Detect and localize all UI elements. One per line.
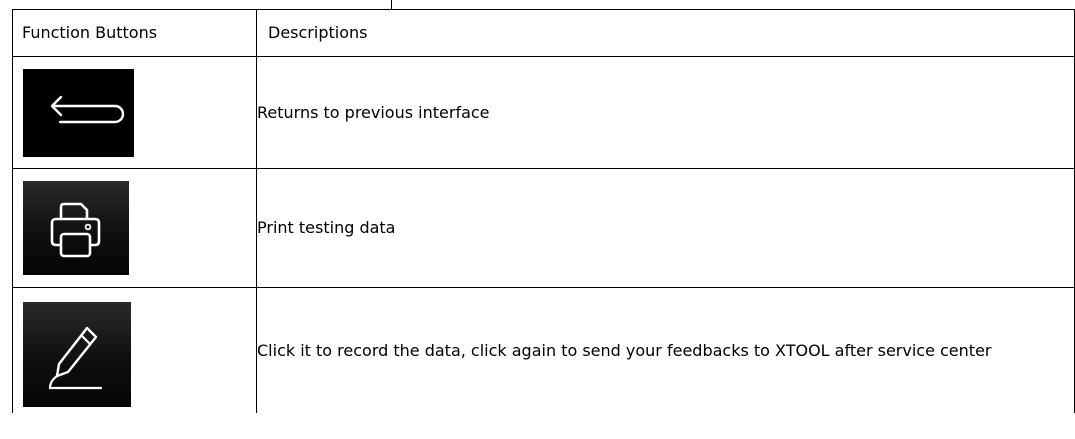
description-record-feedback: Click it to record the data, click again…	[257, 340, 992, 360]
table-header-row: Function Buttons Descriptions	[12, 9, 1075, 57]
table-row: Click it to record the data, click again…	[12, 287, 1075, 413]
header-descriptions: Descriptions	[256, 9, 1075, 57]
description-cell: Click it to record the data, click again…	[256, 287, 1075, 413]
description-cell: Returns to previous interface	[256, 56, 1075, 169]
icon-cell	[12, 56, 257, 169]
table-row: Returns to previous interface	[12, 56, 1075, 169]
record-feedback-button[interactable]	[23, 302, 131, 407]
column-divider-stub	[391, 0, 392, 9]
icon-cell	[12, 168, 257, 288]
pen-icon	[48, 326, 103, 390]
printer-icon	[50, 202, 101, 258]
icon-cell	[12, 287, 257, 413]
description-cell: Print testing data	[256, 168, 1075, 288]
back-button[interactable]	[23, 68, 134, 157]
print-button[interactable]	[23, 181, 129, 275]
function-buttons-table: Function Buttons Descriptions Returns to…	[12, 9, 1075, 413]
description-print: Print testing data	[257, 218, 396, 237]
table-row: Print testing data	[12, 168, 1075, 288]
header-function-buttons: Function Buttons	[12, 9, 257, 57]
description-back: Returns to previous interface	[257, 102, 490, 122]
back-arrow-icon	[50, 95, 125, 123]
